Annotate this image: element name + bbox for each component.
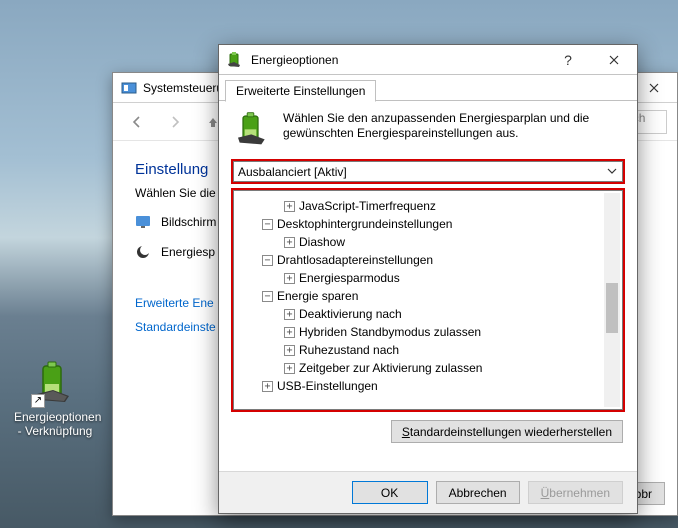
scrollbar-thumb[interactable]	[606, 283, 618, 333]
expand-icon[interactable]: +	[284, 363, 295, 374]
dialog-footer: OK Abbrechen Übernehmen	[219, 471, 637, 513]
battery-icon: ↗	[31, 360, 79, 408]
front-titlebar[interactable]: Energieoptionen ?	[219, 45, 637, 75]
front-window-title: Energieoptionen	[251, 53, 545, 67]
tree-scrollbar[interactable]	[604, 193, 620, 407]
expand-icon[interactable]: +	[284, 327, 295, 338]
option-row-display-label: Bildschirm	[161, 215, 216, 229]
tree-item[interactable]: USB-Einstellungen	[277, 377, 378, 395]
settings-tree[interactable]: +JavaScript-Timerfrequenz −Desktophinter…	[233, 190, 623, 410]
battery-plug-icon	[227, 52, 243, 68]
tree-item[interactable]: Drahtlosadaptereinstellungen	[277, 251, 433, 269]
front-help-button[interactable]: ?	[545, 45, 591, 75]
nav-forward-button[interactable]	[161, 108, 189, 136]
tree-item[interactable]: Energie sparen	[277, 287, 358, 305]
apply-button[interactable]: Übernehmen	[528, 481, 623, 504]
tab-strip: Erweiterte Einstellungen	[219, 75, 637, 101]
power-options-dialog: Energieoptionen ? Erweiterte Einstellung…	[218, 44, 638, 514]
shortcut-arrow-icon: ↗	[31, 394, 45, 408]
tree-item[interactable]: Hybriden Standbymodus zulassen	[299, 323, 481, 341]
tree-item[interactable]: Desktophintergrundeinstellungen	[277, 215, 452, 233]
power-plan-selected: Ausbalanciert [Aktiv]	[238, 165, 347, 179]
expand-icon[interactable]: +	[284, 201, 295, 212]
restore-defaults-button[interactable]: Standardeinstellungen wiederherstellen	[391, 420, 623, 443]
display-icon	[135, 214, 151, 230]
control-panel-icon	[121, 80, 137, 96]
option-row-sleep-label: Energiesp	[161, 245, 215, 259]
battery-large-icon	[233, 111, 273, 151]
expand-icon[interactable]: +	[262, 381, 273, 392]
chevron-down-icon	[605, 164, 619, 178]
expand-icon[interactable]: +	[284, 309, 295, 320]
expand-icon[interactable]: +	[284, 345, 295, 356]
tree-item[interactable]: JavaScript-Timerfrequenz	[299, 197, 436, 215]
power-plan-dropdown[interactable]: Ausbalanciert [Aktiv]	[233, 161, 623, 182]
front-close-button[interactable]	[591, 45, 637, 75]
tree-item[interactable]: Diashow	[299, 233, 345, 251]
cancel-button[interactable]: Abbrechen	[436, 481, 520, 504]
ok-button[interactable]: OK	[352, 481, 428, 504]
moon-icon	[135, 244, 151, 260]
tree-item[interactable]: Energiesparmodus	[299, 269, 400, 287]
expand-icon[interactable]: +	[284, 237, 295, 248]
tree-item[interactable]: Deaktivierung nach	[299, 305, 402, 323]
collapse-icon[interactable]: −	[262, 255, 273, 266]
collapse-icon[interactable]: −	[262, 219, 273, 230]
tab-advanced-settings[interactable]: Erweiterte Einstellungen	[225, 80, 376, 102]
tree-item[interactable]: Zeitgeber zur Aktivierung zulassen	[299, 359, 482, 377]
tree-item[interactable]: Ruhezustand nach	[299, 341, 399, 359]
intro-text: Wählen Sie den anzupassenden Energiespar…	[283, 111, 623, 151]
expand-icon[interactable]: +	[284, 273, 295, 284]
nav-back-button[interactable]	[123, 108, 151, 136]
collapse-icon[interactable]: −	[262, 291, 273, 302]
desktop-shortcut-label: Energieoptionen - Verknüpfung	[14, 410, 96, 438]
desktop-shortcut-energieoptionen[interactable]: ↗ Energieoptionen - Verknüpfung	[14, 360, 96, 438]
